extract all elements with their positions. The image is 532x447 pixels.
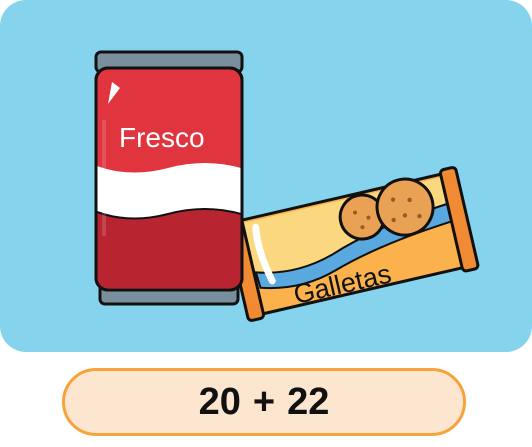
plus-operator: +	[252, 380, 276, 423]
right-operand: 22	[287, 380, 330, 423]
tomato-can: Fresco	[94, 50, 244, 306]
left-operand: 20	[198, 380, 241, 423]
addition-expression: 20 + 22	[62, 368, 466, 436]
can-label: Fresco	[119, 122, 205, 153]
cookie-package: Galletas	[224, 166, 480, 322]
grocery-illustration: Galletas Fresco	[94, 50, 480, 322]
illustration-panel: Galletas Fresco	[0, 0, 532, 352]
